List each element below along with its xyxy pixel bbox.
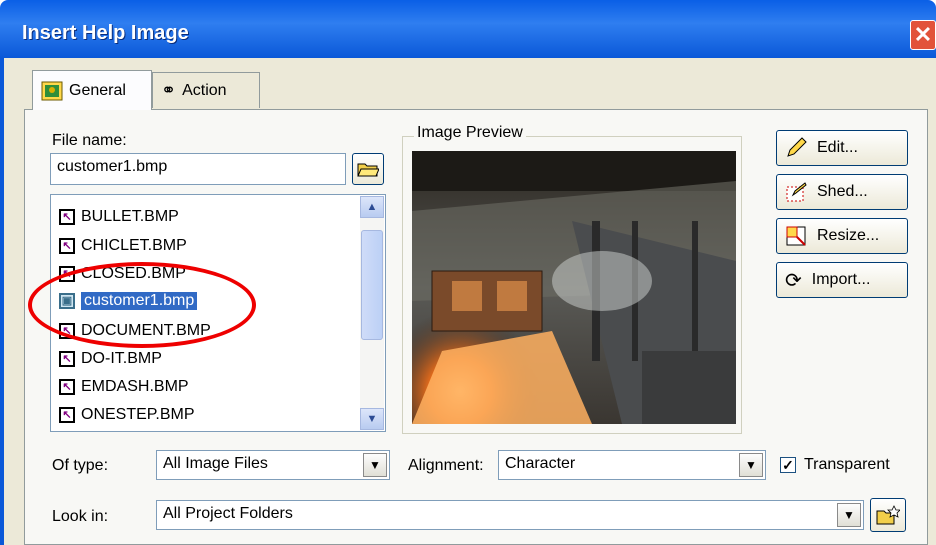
resize-icon (786, 226, 806, 246)
shed-button-label: Shed... (817, 183, 868, 200)
bitmap-file-icon: ↖ (59, 351, 75, 367)
file-name-label: File name: (52, 132, 127, 149)
list-item-label: ONESTEP.BMP (81, 406, 195, 423)
of-type-select[interactable]: All Image Files (156, 450, 390, 480)
scroll-down-button[interactable]: ▼ (360, 408, 384, 430)
image-icon (41, 81, 63, 100)
alignment-select[interactable]: Character (498, 450, 766, 480)
edit-button-label: Edit... (817, 139, 858, 156)
resize-button[interactable]: Resize... (776, 218, 908, 254)
file-name-input[interactable]: customer1.bmp (50, 153, 346, 185)
transparent-checkbox[interactable]: ✓ (780, 457, 796, 473)
resize-button-label: Resize... (817, 227, 880, 244)
close-button[interactable]: ✕ (910, 20, 936, 50)
link-icon: ⚭ (161, 80, 177, 100)
list-item[interactable]: ↖ BULLET.BMP (59, 205, 179, 229)
image-preview-label: Image Preview (414, 124, 526, 142)
list-item[interactable]: ↖ CHICLET.BMP (59, 234, 187, 258)
preview-image (412, 151, 736, 424)
tab-action[interactable]: ⚭ Action (152, 72, 260, 108)
bitmap-file-icon: ↖ (59, 209, 75, 225)
chevron-up-icon: ▲ (366, 201, 378, 213)
list-item[interactable]: ↖ ONESTEP.BMP (59, 403, 195, 427)
chevron-down-icon: ▼ (843, 508, 855, 522)
import-button-label: Import... (811, 271, 871, 288)
list-item-label: CHICLET.BMP (81, 237, 187, 254)
window-frame-left (0, 58, 4, 545)
new-folder-icon (876, 505, 900, 525)
tab-general[interactable]: General (32, 70, 152, 110)
look-in-select[interactable]: All Project Folders (156, 500, 864, 530)
alignment-dropdown-button[interactable]: ▼ (739, 453, 763, 477)
chevron-down-icon: ▼ (745, 458, 757, 472)
highlight-ellipse (28, 262, 256, 348)
edit-button[interactable]: Edit... (776, 130, 908, 166)
scroll-thumb[interactable] (361, 230, 383, 340)
shed-edit-icon (786, 182, 807, 202)
tab-general-label: General (69, 81, 126, 99)
pencil-icon (787, 137, 807, 157)
of-type-dropdown-button[interactable]: ▼ (363, 453, 387, 477)
list-item[interactable]: ↖ EMDASH.BMP (59, 375, 189, 399)
list-item[interactable]: ↖ DO-IT.BMP (59, 347, 162, 371)
refresh-icon: ⟳ (785, 269, 802, 292)
close-icon: ✕ (913, 22, 933, 47)
look-in-label: Look in: (52, 508, 109, 525)
import-button[interactable]: ⟳ Import... (776, 262, 908, 298)
list-item-label: DO-IT.BMP (81, 350, 162, 367)
scroll-up-button[interactable]: ▲ (360, 196, 384, 218)
window-title: Insert Help Image (22, 22, 189, 44)
bitmap-file-icon: ↖ (59, 238, 75, 254)
new-folder-button[interactable] (870, 498, 906, 532)
shed-button[interactable]: Shed... (776, 174, 908, 210)
tab-action-label: Action (182, 81, 227, 99)
alignment-label: Alignment: (408, 457, 484, 474)
list-item-label: BULLET.BMP (81, 208, 179, 225)
checkmark-icon: ✓ (782, 457, 794, 473)
chevron-down-icon: ▼ (369, 458, 381, 472)
look-in-dropdown-button[interactable]: ▼ (837, 503, 861, 527)
bitmap-file-icon: ↖ (59, 379, 75, 395)
of-type-label: Of type: (52, 457, 109, 474)
chevron-down-icon: ▼ (366, 413, 378, 425)
open-folder-icon (357, 163, 379, 177)
browse-button[interactable] (352, 153, 384, 185)
list-item-label: EMDASH.BMP (81, 378, 189, 395)
bitmap-file-icon: ↖ (59, 407, 75, 423)
transparent-label: Transparent (804, 456, 890, 473)
